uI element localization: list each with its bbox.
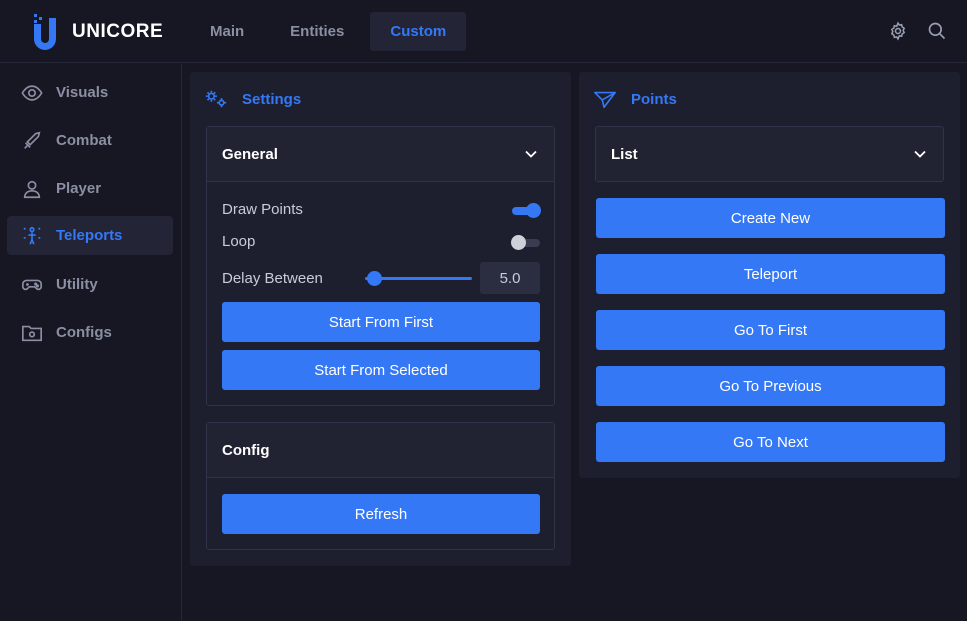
start-from-selected-button[interactable]: Start From Selected: [222, 350, 540, 390]
sidebar-item-utility[interactable]: Utility: [7, 265, 173, 304]
settings-panel: Settings General Draw Points Loop Delay …: [190, 72, 571, 566]
start-from-first-button[interactable]: Start From First: [222, 302, 540, 342]
general-title: General: [222, 145, 278, 163]
app-name: UNICORE: [72, 21, 164, 42]
chevron-down-icon: [914, 150, 926, 158]
chevron-down-icon: [525, 150, 537, 158]
unicore-logo-icon: [34, 14, 56, 50]
tab-entities[interactable]: Entities: [270, 12, 364, 51]
go-to-next-button[interactable]: Go To Next: [596, 422, 945, 462]
go-to-previous-button[interactable]: Go To Previous: [596, 366, 945, 406]
sidebar-item-label: Combat: [56, 132, 112, 149]
config-section-header: Config: [207, 423, 554, 478]
refresh-button[interactable]: Refresh: [222, 494, 540, 534]
create-new-button[interactable]: Create New: [596, 198, 945, 238]
sidebar-item-label: Player: [56, 180, 102, 197]
settings-header: Settings: [204, 88, 301, 110]
tab-main[interactable]: Main: [190, 12, 264, 51]
gear-icon[interactable]: [888, 21, 908, 41]
points-panel: Points List Create New Teleport Go To Fi…: [579, 72, 960, 478]
eye-icon: [21, 84, 43, 101]
config-title: Config: [222, 441, 270, 459]
loop-label: Loop: [222, 233, 256, 250]
teleport-button[interactable]: Teleport: [596, 254, 945, 294]
gears-icon: [205, 90, 227, 108]
delay-slider[interactable]: [365, 271, 472, 287]
list-select-value: List: [611, 145, 638, 163]
folder-gear-icon: [22, 325, 42, 341]
sidebar-item-label: Configs: [56, 324, 112, 341]
teleport-icon: [23, 226, 41, 245]
go-to-first-button[interactable]: Go To First: [596, 310, 945, 350]
draw-points-label: Draw Points: [222, 201, 303, 218]
sword-icon: [24, 131, 41, 149]
user-icon: [23, 180, 41, 198]
points-list-select[interactable]: List: [595, 126, 944, 182]
loop-toggle[interactable]: [511, 235, 540, 250]
delay-between-label: Delay Between: [222, 270, 323, 287]
sidebar-item-visuals[interactable]: Visuals: [7, 73, 173, 112]
settings-title: Settings: [242, 90, 302, 108]
app-logo: UNICORE: [32, 12, 163, 52]
config-section: Config Refresh: [206, 422, 555, 550]
sidebar-item-configs[interactable]: Configs: [7, 313, 173, 352]
delay-value-input[interactable]: 5.0: [480, 262, 540, 294]
sidebar-item-combat[interactable]: Combat: [7, 121, 173, 160]
top-bar: UNICORE Main Entities Custom: [0, 0, 967, 63]
sidebar-item-label: Teleports: [56, 227, 123, 244]
toggle-knob: [526, 203, 541, 218]
general-section-header[interactable]: General: [207, 127, 554, 182]
sidebar: Visuals Combat Player Teleports Utility …: [0, 64, 182, 621]
points-header: Points: [593, 88, 677, 110]
gamepad-icon: [22, 279, 42, 290]
points-title: Points: [631, 90, 677, 108]
sidebar-item-label: Visuals: [56, 84, 109, 101]
tab-custom[interactable]: Custom: [370, 12, 467, 51]
sidebar-item-teleports[interactable]: Teleports: [7, 216, 173, 255]
sidebar-item-label: Utility: [56, 276, 98, 293]
sidebar-item-player[interactable]: Player: [7, 169, 173, 208]
search-icon[interactable]: [927, 21, 947, 41]
paper-plane-icon: [594, 91, 616, 109]
main-nav: Main Entities Custom: [190, 12, 472, 51]
draw-points-toggle[interactable]: [512, 203, 541, 218]
general-section: General Draw Points Loop Delay Between 5…: [206, 126, 555, 406]
slider-thumb[interactable]: [366, 271, 382, 286]
toggle-knob: [511, 235, 526, 250]
